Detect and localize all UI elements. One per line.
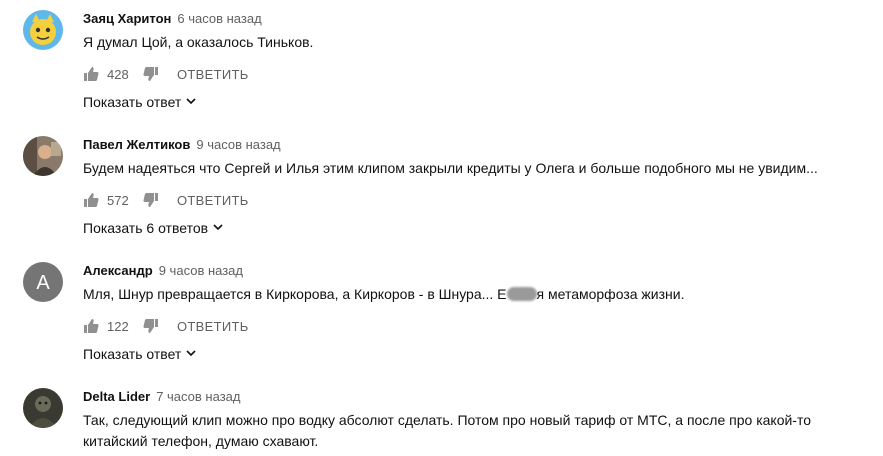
avatar[interactable] bbox=[23, 136, 63, 176]
comment-author[interactable]: Заяц Харитон bbox=[83, 11, 171, 26]
comment-author[interactable]: Delta Lider bbox=[83, 389, 150, 404]
reply-button[interactable]: ОТВЕТИТЬ bbox=[177, 67, 249, 82]
comment-author[interactable]: Павел Желтиков bbox=[83, 137, 190, 152]
censored-blur bbox=[506, 287, 537, 301]
show-replies-label: Показать 6 ответов bbox=[83, 220, 209, 236]
like-count: 572 bbox=[107, 192, 129, 208]
comment-author[interactable]: Александр bbox=[83, 263, 153, 278]
reply-button[interactable]: ОТВЕТИТЬ bbox=[177, 319, 249, 334]
thumbs-down-icon[interactable] bbox=[143, 192, 159, 208]
thumbs-up-icon[interactable] bbox=[83, 66, 99, 82]
reply-button[interactable]: ОТВЕТИТЬ bbox=[177, 193, 249, 208]
thumbs-down-icon[interactable] bbox=[143, 318, 159, 334]
thumbs-up-icon[interactable] bbox=[83, 192, 99, 208]
comment-time[interactable]: 9 часов назад bbox=[196, 137, 280, 152]
thumbs-up-icon[interactable] bbox=[83, 318, 99, 334]
comment-text: Мля, Шнур превращается в Киркорова, а Ки… bbox=[83, 286, 685, 302]
show-replies-label: Показать ответ bbox=[83, 346, 182, 362]
chevron-down-icon bbox=[185, 346, 197, 362]
comment-text: Так, следующий клип можно про водку абсо… bbox=[83, 412, 812, 449]
comment-time[interactable]: 9 часов назад bbox=[159, 263, 243, 278]
like-count: 428 bbox=[107, 66, 129, 82]
show-replies-button[interactable]: Показать 6 ответов bbox=[83, 220, 224, 236]
avatar[interactable] bbox=[23, 388, 63, 428]
chevron-down-icon bbox=[212, 220, 224, 236]
show-replies-label: Показать ответ bbox=[83, 94, 182, 110]
comment-text: Я думал Цой, а оказалось Тиньков. bbox=[83, 34, 314, 50]
comment-text: Будем надеяться что Сергей и Илья этим к… bbox=[83, 160, 818, 176]
comment-actions: 122 ОТВЕТИТЬ bbox=[83, 316, 249, 336]
comment-time[interactable]: 6 часов назад bbox=[177, 11, 261, 26]
comment-time[interactable]: 7 часов назад bbox=[156, 389, 240, 404]
comment-actions: 572 ОТВЕТИТЬ bbox=[83, 190, 249, 210]
avatar[interactable]: A bbox=[23, 262, 63, 302]
show-replies-button[interactable]: Показать ответ bbox=[83, 94, 197, 110]
show-replies-button[interactable]: Показать ответ bbox=[83, 346, 197, 362]
thumbs-down-icon[interactable] bbox=[143, 66, 159, 82]
chevron-down-icon bbox=[185, 94, 197, 110]
avatar[interactable] bbox=[23, 10, 63, 50]
avatar-letter: A bbox=[36, 272, 50, 294]
like-count: 122 bbox=[107, 318, 129, 334]
comment-actions: 428 ОТВЕТИТЬ bbox=[83, 64, 249, 84]
